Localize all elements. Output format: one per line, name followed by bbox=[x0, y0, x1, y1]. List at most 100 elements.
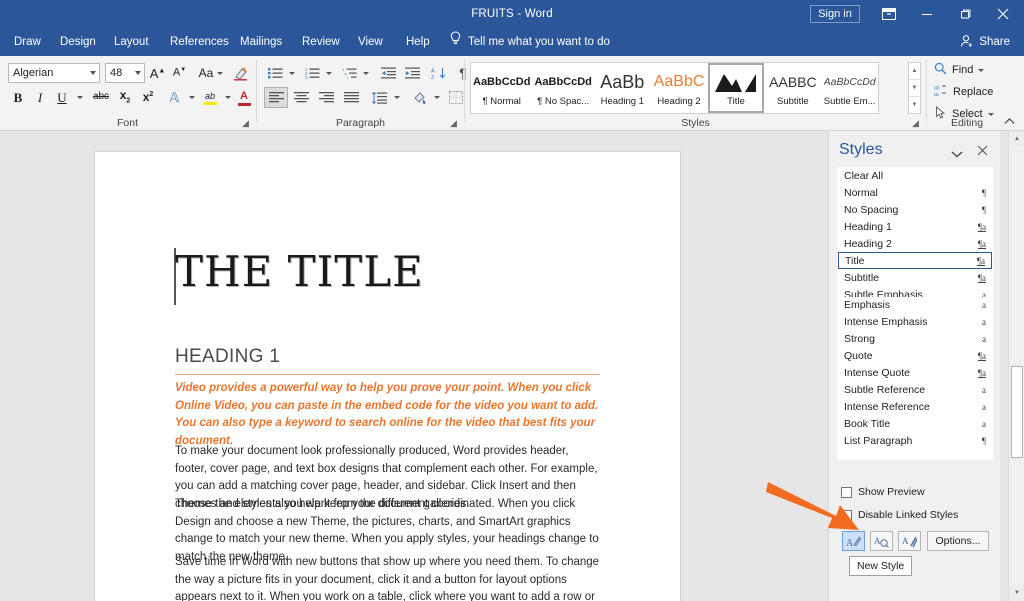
document-paragraph[interactable]: Save time in Word with new buttons that … bbox=[175, 554, 603, 601]
underline-button[interactable]: U bbox=[52, 87, 72, 107]
maximize-restore-icon[interactable] bbox=[950, 3, 980, 25]
document-intense-quote[interactable]: Video provides a powerful way to help yo… bbox=[175, 380, 603, 450]
close-icon[interactable] bbox=[974, 144, 990, 160]
scroll-down-arrow-icon[interactable]: ▼ bbox=[1009, 585, 1024, 601]
minimize-icon[interactable] bbox=[912, 3, 942, 25]
line-spacing-button[interactable] bbox=[368, 87, 390, 108]
increase-indent-button[interactable] bbox=[401, 63, 423, 83]
numbering-button[interactable]: 123 bbox=[301, 63, 323, 83]
document-title-text[interactable]: THE TITLE bbox=[175, 247, 424, 296]
style-item-strong[interactable]: Strong a bbox=[838, 331, 992, 348]
grow-font-button[interactable]: A▲ bbox=[147, 63, 168, 83]
gallery-more-button[interactable]: ▼ bbox=[909, 97, 920, 113]
style-item-subtle-reference[interactable]: Subtle Reference a bbox=[838, 381, 992, 398]
gallery-item-no-spacing[interactable]: AaBbCcDd ¶ No Spac... bbox=[533, 63, 592, 113]
gallery-item-subtitle[interactable]: AABBC Subtitle bbox=[766, 63, 821, 113]
styles-list-continued[interactable]: Emphasis a Intense Emphasis a Strong a Q… bbox=[837, 297, 993, 460]
text-highlight-options-button[interactable] bbox=[221, 87, 234, 107]
paragraph-dialog-launcher[interactable]: ◢ bbox=[450, 118, 461, 129]
gallery-item-normal[interactable]: AaBbCcDd ¶ Normal bbox=[472, 63, 531, 113]
style-inspector-button[interactable]: A bbox=[870, 531, 893, 551]
gallery-item-heading1[interactable]: AaBb Heading 1 bbox=[595, 63, 650, 113]
font-dialog-launcher[interactable]: ◢ bbox=[242, 118, 253, 129]
tab-view[interactable]: View bbox=[358, 28, 383, 56]
style-item-heading-2[interactable]: Heading 2 ¶a bbox=[838, 236, 992, 253]
underline-options-button[interactable] bbox=[73, 87, 87, 107]
style-item-no-spacing[interactable]: No Spacing ¶ bbox=[838, 202, 992, 219]
scroll-up-arrow-icon[interactable]: ▲ bbox=[1009, 131, 1024, 147]
shading-options-button[interactable] bbox=[430, 87, 443, 108]
replace-button[interactable]: ab ac Replace bbox=[934, 83, 993, 101]
text-highlight-button[interactable]: ab bbox=[199, 87, 221, 109]
strikethrough-button[interactable]: abc bbox=[89, 87, 113, 107]
style-item-emphasis[interactable]: Emphasis a bbox=[838, 297, 992, 314]
shrink-font-button[interactable]: A▼ bbox=[169, 63, 190, 83]
superscript-button[interactable]: x2 bbox=[137, 87, 159, 107]
disable-linked-styles-checkbox-row[interactable]: Disable Linked Styles bbox=[841, 509, 958, 521]
gallery-item-heading2[interactable]: AaBbC Heading 2 bbox=[652, 63, 707, 113]
document-heading1[interactable]: HEADING 1 bbox=[175, 346, 280, 368]
vertical-scrollbar[interactable]: ▲ ▼ bbox=[1008, 131, 1024, 601]
document-page[interactable]: THE TITLE HEADING 1 Video provides a pow… bbox=[95, 152, 680, 601]
style-item-list-paragraph[interactable]: List Paragraph ¶ bbox=[838, 432, 992, 449]
close-icon[interactable] bbox=[988, 3, 1018, 25]
line-spacing-options-button[interactable] bbox=[390, 87, 403, 108]
align-center-button[interactable] bbox=[289, 87, 313, 108]
style-item-normal[interactable]: Normal ¶ bbox=[838, 185, 992, 202]
tab-mailings[interactable]: Mailings bbox=[240, 28, 282, 56]
clear-formatting-button[interactable] bbox=[230, 63, 251, 83]
tab-help[interactable]: Help bbox=[406, 28, 430, 56]
shading-button[interactable] bbox=[408, 87, 430, 108]
font-name-combo[interactable]: Algerian bbox=[8, 63, 100, 83]
collapse-ribbon-button[interactable] bbox=[1000, 114, 1018, 128]
decrease-indent-button[interactable] bbox=[377, 63, 399, 83]
bullets-options-button[interactable] bbox=[286, 63, 298, 83]
tell-me-search[interactable]: Tell me what you want to do bbox=[449, 28, 610, 56]
gallery-item-title[interactable]: Title bbox=[708, 63, 764, 113]
italic-button[interactable]: I bbox=[30, 87, 50, 107]
tab-references[interactable]: References bbox=[170, 28, 229, 56]
find-button[interactable]: Find bbox=[934, 61, 985, 79]
gallery-scroll-up-button[interactable]: ▲ bbox=[909, 63, 920, 80]
text-effects-options-button[interactable] bbox=[185, 87, 198, 107]
text-effects-button[interactable]: 𝔸 bbox=[164, 87, 185, 107]
align-left-button[interactable] bbox=[264, 87, 288, 108]
new-style-button[interactable]: A bbox=[842, 531, 865, 551]
show-preview-checkbox[interactable] bbox=[841, 486, 852, 498]
align-right-button[interactable] bbox=[314, 87, 338, 108]
style-item-intense-emphasis[interactable]: Intense Emphasis a bbox=[838, 314, 992, 331]
style-item-clear-all[interactable]: Clear All bbox=[838, 168, 992, 185]
gallery-scroll-down-button[interactable]: ▼ bbox=[909, 80, 920, 97]
ribbon-display-options-icon[interactable] bbox=[874, 3, 904, 25]
style-item-title[interactable]: Title ¶a bbox=[838, 252, 992, 270]
justify-button[interactable] bbox=[339, 87, 363, 108]
style-item-heading-1[interactable]: Heading 1 ¶a bbox=[838, 219, 992, 236]
subscript-button[interactable]: x2 bbox=[114, 87, 136, 107]
style-item-intense-quote[interactable]: Intense Quote ¶a bbox=[838, 365, 992, 382]
tab-draw[interactable]: Draw bbox=[14, 28, 41, 56]
multilevel-list-button[interactable]: 1ai bbox=[338, 63, 360, 83]
borders-button[interactable] bbox=[446, 87, 466, 108]
chevron-down-icon[interactable] bbox=[950, 147, 964, 161]
change-case-button[interactable]: Aa bbox=[194, 63, 228, 83]
sort-button[interactable]: AZ bbox=[427, 63, 449, 83]
manage-styles-button[interactable]: A bbox=[898, 531, 921, 551]
styles-dialog-launcher[interactable]: ◢ bbox=[912, 118, 923, 129]
style-item-intense-reference[interactable]: Intense Reference a bbox=[838, 398, 992, 415]
share-button[interactable]: Share bbox=[960, 28, 1010, 56]
style-item-subtitle[interactable]: Subtitle ¶a bbox=[838, 269, 992, 286]
tab-layout[interactable]: Layout bbox=[114, 28, 149, 56]
style-item-quote[interactable]: Quote ¶a bbox=[838, 348, 992, 365]
disable-linked-styles-checkbox[interactable] bbox=[841, 509, 852, 521]
sign-in-button[interactable]: Sign in bbox=[810, 5, 860, 23]
font-size-combo[interactable]: 48 bbox=[105, 63, 145, 83]
tab-review[interactable]: Review bbox=[302, 28, 340, 56]
show-preview-checkbox-row[interactable]: Show Preview bbox=[841, 486, 925, 498]
bold-button[interactable]: B bbox=[8, 87, 28, 107]
tab-design[interactable]: Design bbox=[60, 28, 96, 56]
numbering-options-button[interactable] bbox=[323, 63, 335, 83]
style-options-button[interactable]: Options... bbox=[927, 531, 989, 551]
multilevel-list-options-button[interactable] bbox=[360, 63, 372, 83]
styles-list[interactable]: Clear All Normal ¶ No Spacing ¶ Heading … bbox=[837, 167, 993, 298]
font-color-button[interactable]: A bbox=[234, 87, 254, 109]
